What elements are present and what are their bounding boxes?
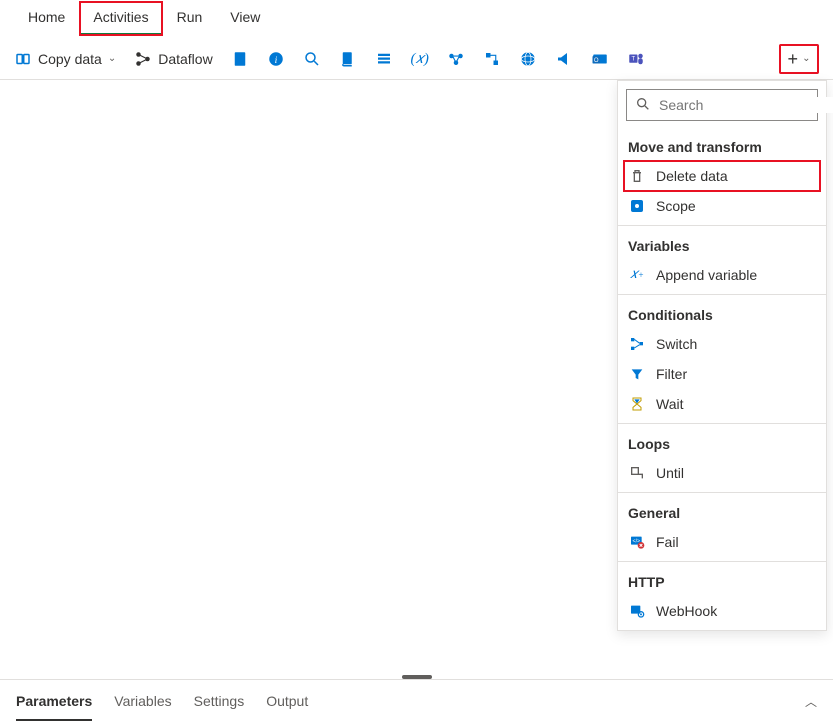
item-label: Filter [656,366,687,382]
outlook-icon[interactable]: O [591,50,609,68]
scope-icon [628,197,646,215]
pipeline-icon[interactable] [447,50,465,68]
item-filter[interactable]: Filter [618,359,826,389]
chevron-down-icon: ⌄ [802,53,810,64]
canvas[interactable]: Move and transform Delete data Scope Var… [0,80,833,676]
item-label: Until [656,465,684,481]
search-input[interactable] [659,97,833,113]
search-box[interactable] [626,89,818,121]
section-move-transform: Move and transform [618,131,826,161]
fail-icon: </> [628,533,646,551]
divider [618,492,826,493]
divider [618,225,826,226]
item-wait[interactable]: Wait [618,389,826,419]
btab-settings[interactable]: Settings [194,683,245,721]
bottom-tabs: Parameters Variables Settings Output ︿ [0,679,833,723]
top-tabs: Home Activities Run View [0,0,833,38]
plus-icon: + [788,50,799,68]
item-label: Fail [656,534,679,550]
btab-output[interactable]: Output [266,683,308,721]
trash-icon [628,167,646,185]
dataflow-icon [134,50,152,68]
item-label: Wait [656,396,683,412]
toolbar: Copy data ⌄ Dataflow i (𝑥) O T + ⌄ [0,38,833,80]
add-activity-button[interactable]: + ⌄ [779,44,819,74]
copy-data-label: Copy data [38,51,102,67]
section-conditionals: Conditionals [618,299,826,329]
search-icon [635,96,651,115]
item-until[interactable]: Until [618,458,826,488]
section-variables: Variables [618,230,826,260]
append-variable-icon: 𝑥+ [628,266,646,284]
item-delete-data[interactable]: Delete data [624,161,820,191]
svg-text:T: T [631,56,635,62]
divider [618,294,826,295]
tab-view[interactable]: View [216,1,274,36]
teams-icon[interactable]: T [627,50,645,68]
expand-panel-button[interactable]: ︿ [805,693,817,710]
divider [618,423,826,424]
list-icon[interactable] [375,50,393,68]
item-append-variable[interactable]: 𝑥+ Append variable [618,260,826,290]
btab-parameters[interactable]: Parameters [16,683,92,721]
copy-data-icon [14,50,32,68]
item-webhook[interactable]: WebHook [618,596,826,626]
item-label: Switch [656,336,697,352]
tab-home[interactable]: Home [14,1,79,36]
item-scope[interactable]: Scope [618,191,826,221]
variable-icon[interactable]: (𝑥) [411,50,429,68]
notebook-icon[interactable] [231,50,249,68]
activity-dropdown-panel: Move and transform Delete data Scope Var… [617,80,827,631]
section-http: HTTP [618,566,826,596]
tab-activities[interactable]: Activities [79,1,162,36]
snap-icon[interactable] [483,50,501,68]
webhook-icon [628,602,646,620]
megaphone-icon[interactable] [555,50,573,68]
hourglass-icon [628,395,646,413]
dataflow-label: Dataflow [158,51,212,67]
tab-run[interactable]: Run [163,1,217,36]
search-zoom-icon[interactable] [303,50,321,68]
chevron-down-icon: ⌄ [108,53,116,64]
section-general: General [618,497,826,527]
dataflow-button[interactable]: Dataflow [134,50,212,68]
item-label: Append variable [656,267,757,283]
svg-text:i: i [274,54,277,65]
filter-icon [628,365,646,383]
divider [618,561,826,562]
copy-data-button[interactable]: Copy data ⌄ [14,50,116,68]
switch-icon [628,335,646,353]
item-label: Scope [656,198,696,214]
svg-text:O: O [594,58,599,64]
item-fail[interactable]: </> Fail [618,527,826,557]
btab-variables[interactable]: Variables [114,683,171,721]
item-label: Delete data [656,168,728,184]
script-icon[interactable] [339,50,357,68]
globe-icon[interactable] [519,50,537,68]
item-label: WebHook [656,603,717,619]
until-icon [628,464,646,482]
item-switch[interactable]: Switch [618,329,826,359]
section-loops: Loops [618,428,826,458]
info-icon[interactable]: i [267,50,285,68]
